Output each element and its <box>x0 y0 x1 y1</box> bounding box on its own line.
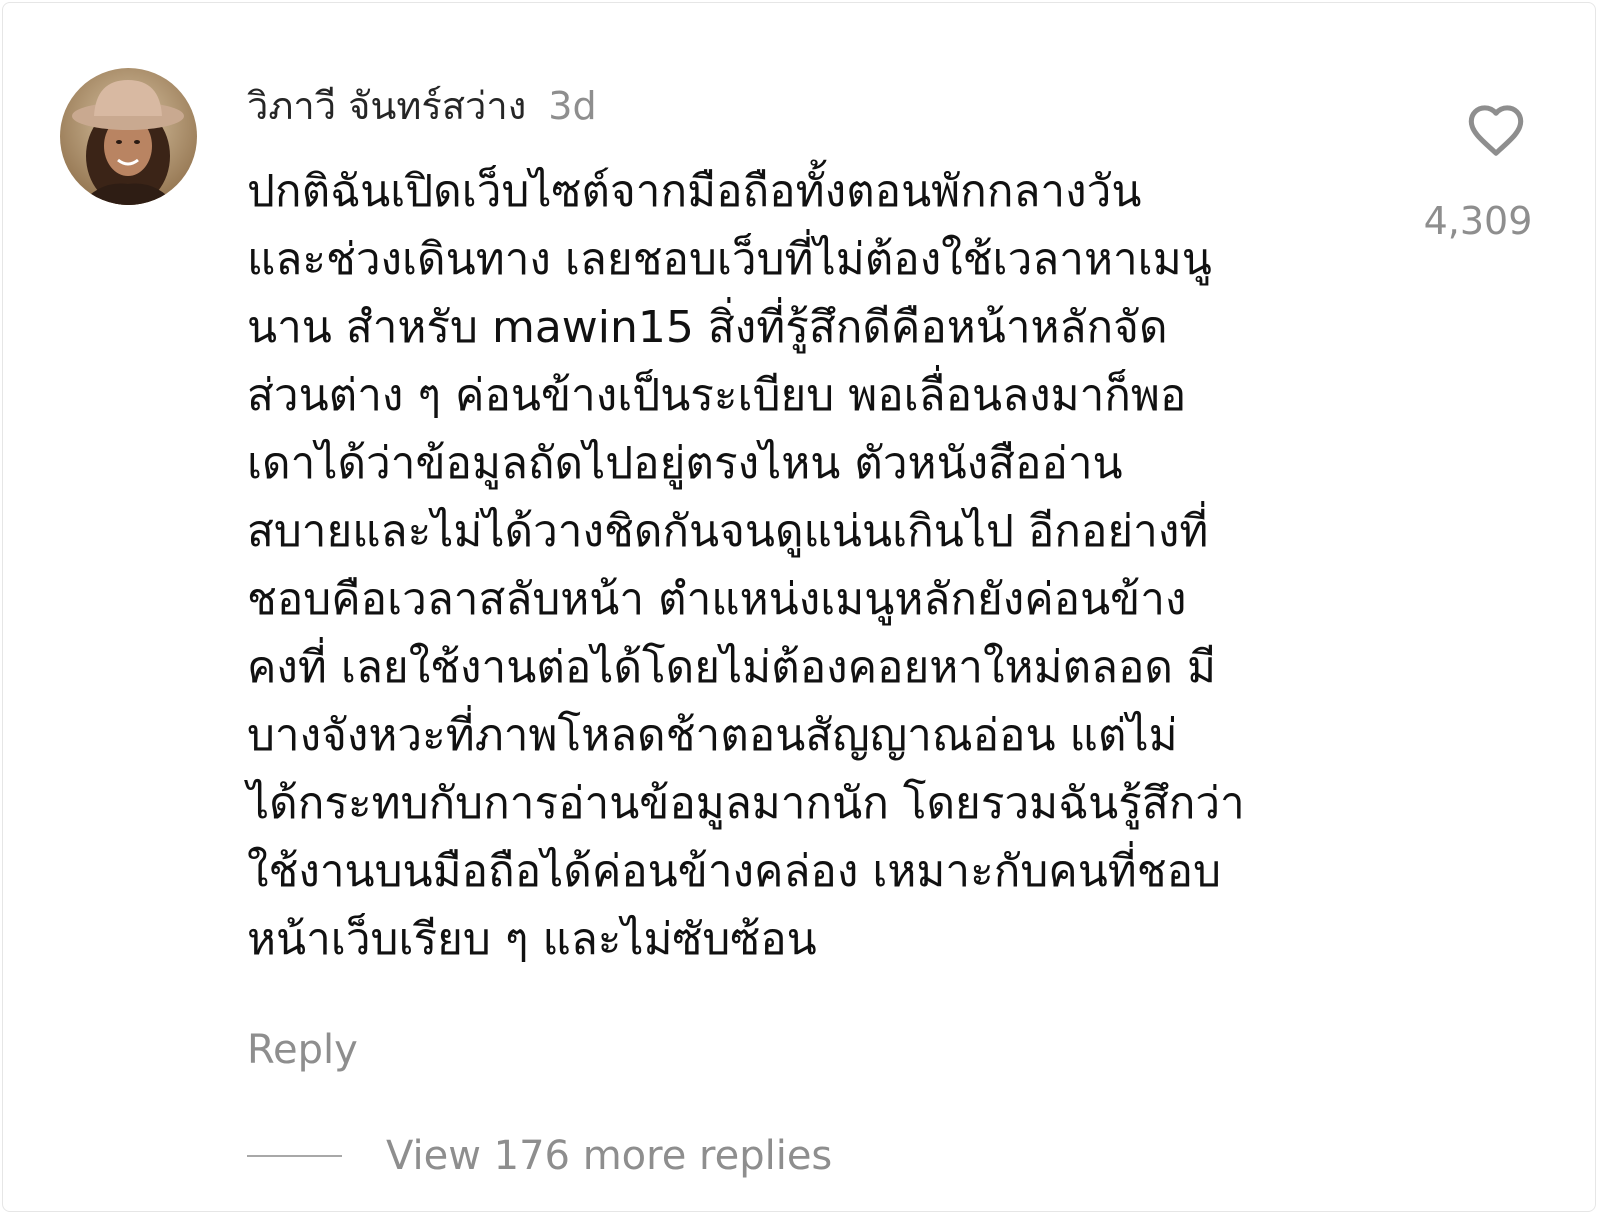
view-replies-label: View 176 more replies <box>386 1133 833 1179</box>
username[interactable]: วิภาวี จันทร์สว่าง <box>247 75 526 136</box>
replies-divider <box>247 1155 342 1157</box>
heart-outline-icon <box>1468 105 1524 156</box>
avatar-image <box>60 68 197 205</box>
like-count: 4,309 <box>1423 199 1533 243</box>
like-button[interactable] <box>1465 101 1527 157</box>
reply-button[interactable]: Reply <box>247 1027 358 1073</box>
comment-header: วิภาวี จันทร์สว่าง 3d <box>247 75 597 136</box>
comment-card: วิภาวี จันทร์สว่าง 3d ปกติฉันเปิดเว็บไซต… <box>2 2 1596 1212</box>
avatar[interactable] <box>60 68 197 205</box>
view-replies-button[interactable]: View 176 more replies <box>247 1133 832 1179</box>
comment-text: ปกติฉันเปิดเว็บไซต์จากมือถือทั้งตอนพักกล… <box>247 166 1245 965</box>
timestamp: 3d <box>548 84 597 128</box>
